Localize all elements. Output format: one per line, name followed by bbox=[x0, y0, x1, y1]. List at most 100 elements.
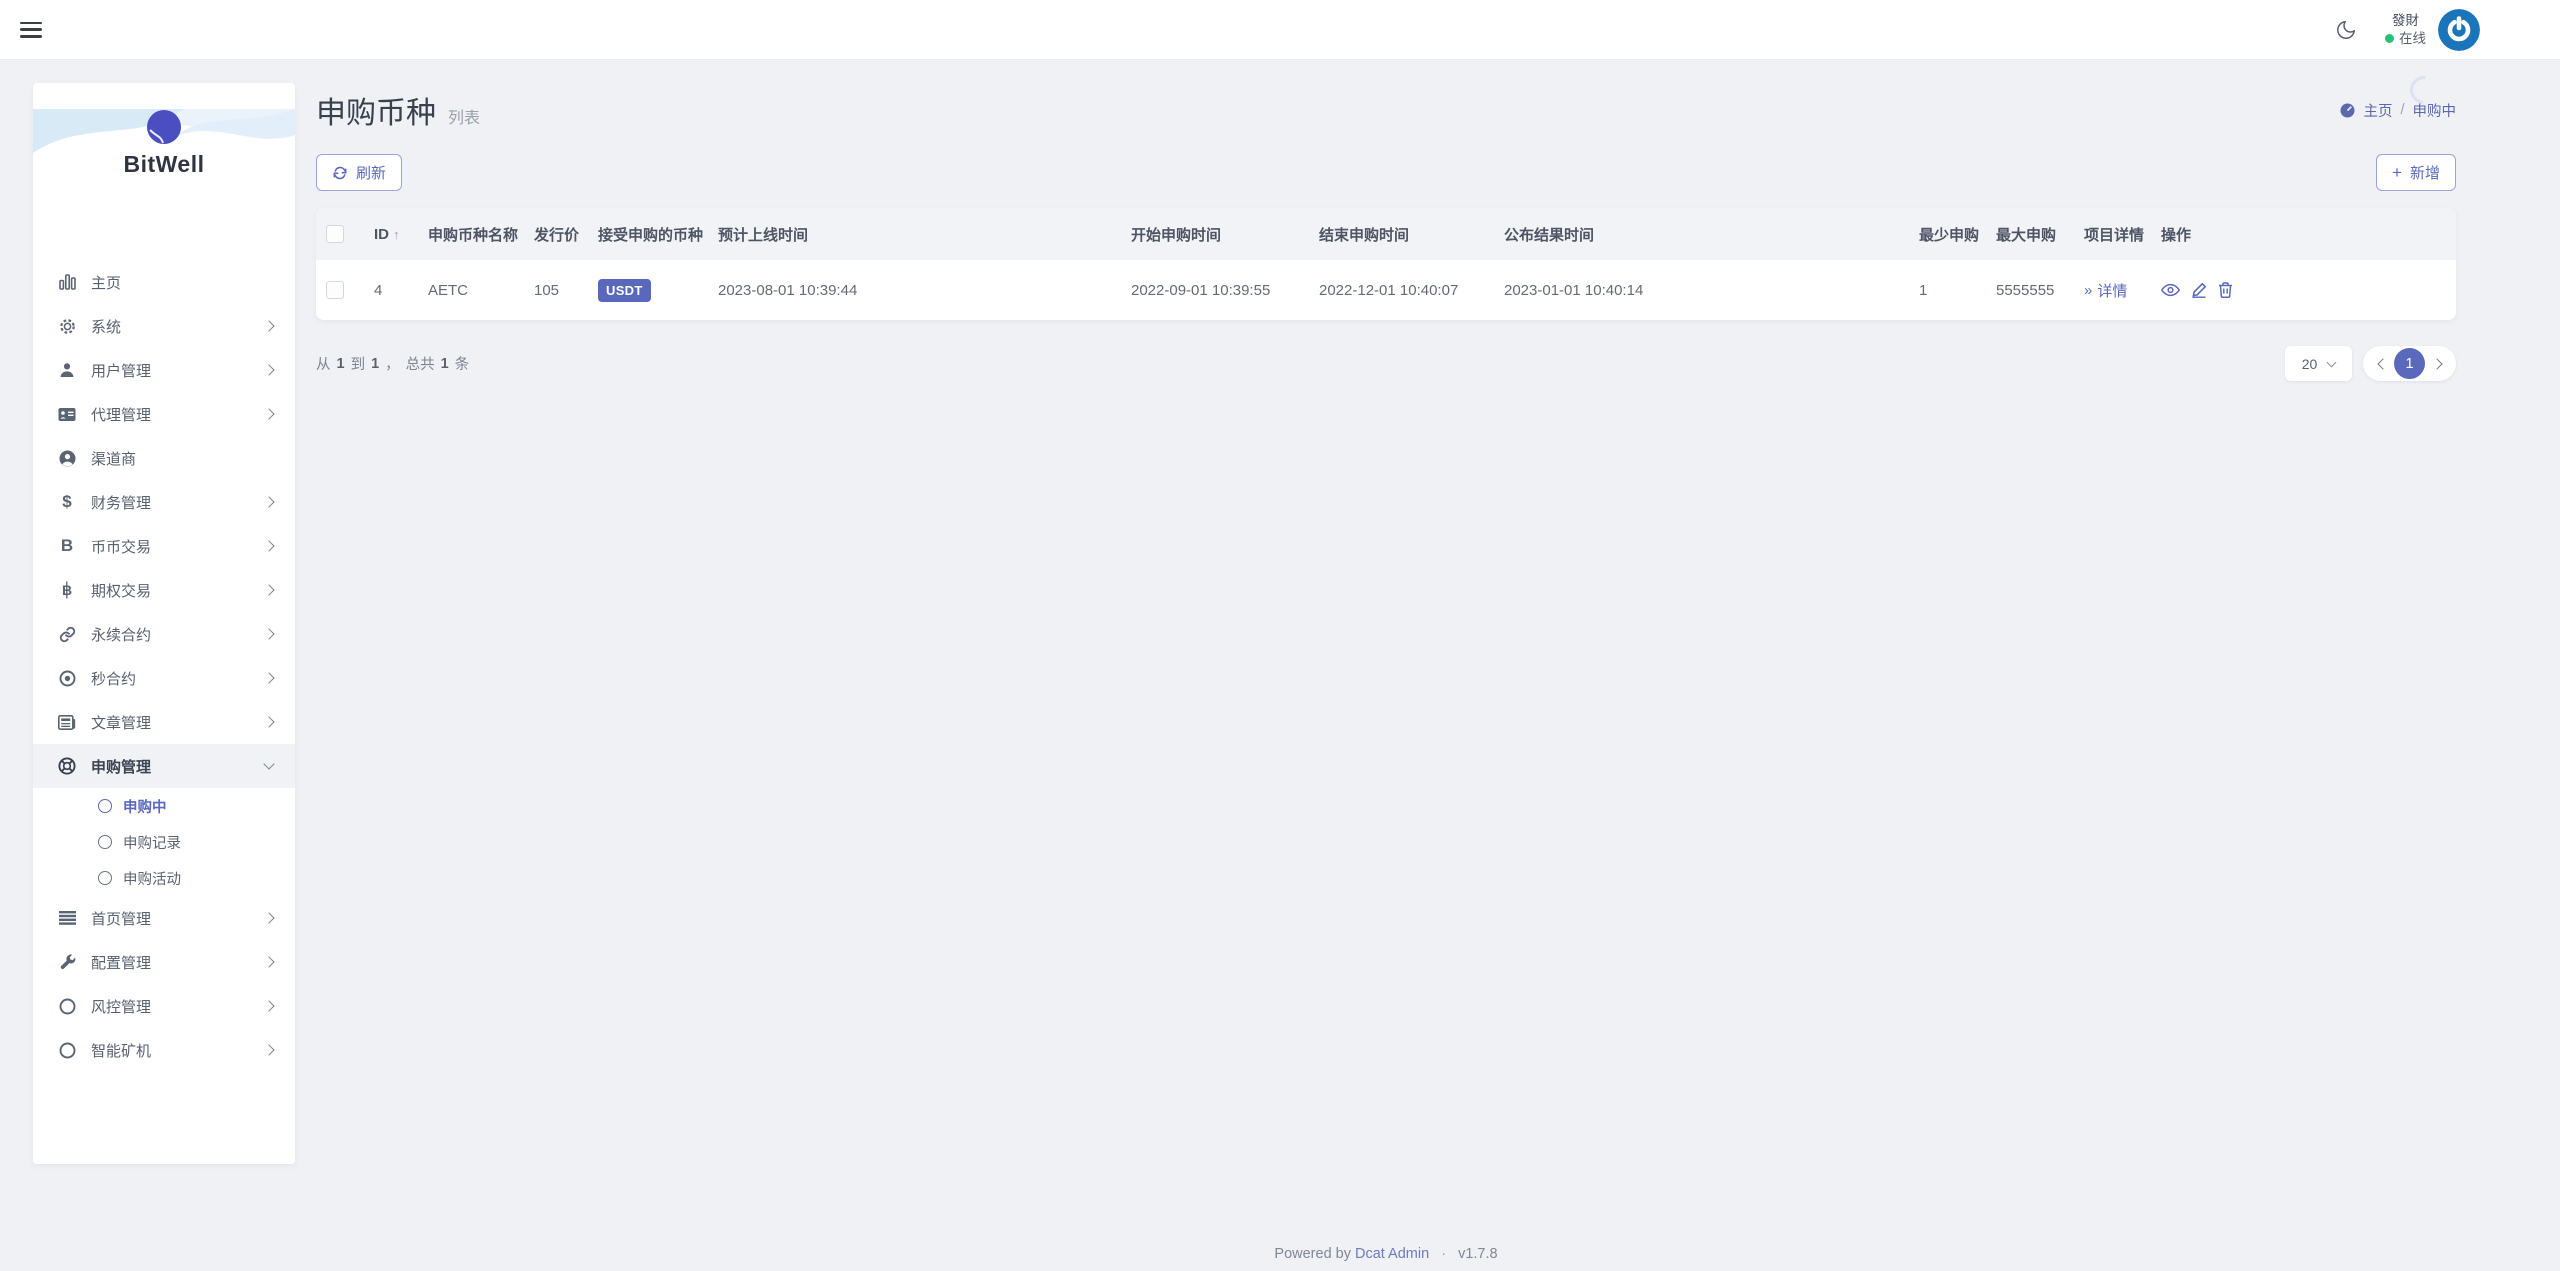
sidebar-item-second-contract[interactable]: 秒合约 bbox=[33, 656, 295, 700]
list-icon bbox=[57, 911, 77, 925]
sidebar-subitem-subscribe-records[interactable]: 申购记录 bbox=[33, 824, 295, 860]
sidebar-subitem-subscribe-activities[interactable]: 申购活动 bbox=[33, 860, 295, 896]
sidebar-item-config[interactable]: 配置管理 bbox=[33, 940, 295, 984]
cell-start-time: 2022-09-01 10:39:55 bbox=[1131, 260, 1319, 320]
chevron-right-icon bbox=[263, 584, 274, 595]
navbar-right: 發財 在线 bbox=[2335, 9, 2480, 51]
user-meta: 發財 在线 bbox=[2385, 12, 2426, 47]
cell-name: AETC bbox=[428, 260, 534, 320]
sidebar-item-system[interactable]: 系统 bbox=[33, 304, 295, 348]
dashboard-gauge-icon bbox=[2340, 103, 2355, 118]
sidebar-subitem-label: 申购中 bbox=[123, 796, 167, 817]
sidebar-item-label: 永续合约 bbox=[91, 624, 151, 645]
sidebar-item-label: 首页管理 bbox=[91, 908, 151, 929]
sidebar-item-label: 申购管理 bbox=[91, 756, 151, 777]
page-title: 申购币种 bbox=[316, 88, 436, 132]
delete-trash-icon[interactable] bbox=[2218, 282, 2233, 298]
per-page-select[interactable]: 20 bbox=[2285, 346, 2352, 381]
sidebar-item-articles[interactable]: 文章管理 bbox=[33, 700, 295, 744]
page-subtitle: 列表 bbox=[448, 104, 480, 128]
edit-pencil-icon[interactable] bbox=[2191, 282, 2207, 298]
main-content: 申购币种 列表 主页 / 申购中 刷新 + 新增 bbox=[316, 60, 2456, 1271]
chevron-right-icon bbox=[263, 628, 274, 639]
circle-dot-icon bbox=[57, 670, 77, 687]
powered-by-label: Powered by bbox=[1274, 1246, 1351, 1262]
column-header-start-time: 开始申购时间 bbox=[1131, 208, 1319, 260]
circle-icon bbox=[98, 799, 112, 813]
chevron-right-icon bbox=[263, 364, 274, 375]
column-header-max: 最大申购 bbox=[1996, 208, 2084, 260]
brand-name: BitWell bbox=[33, 151, 295, 178]
row-checkbox[interactable] bbox=[326, 281, 344, 299]
baht-icon: B bbox=[57, 581, 77, 599]
prev-page-button[interactable] bbox=[2368, 346, 2394, 381]
user-status: 在线 bbox=[2399, 30, 2426, 48]
sidebar-item-option-trade[interactable]: B 期权交易 bbox=[33, 568, 295, 612]
sidebar-item-spot-trade[interactable]: B 币币交易 bbox=[33, 524, 295, 568]
chevron-right-icon bbox=[263, 716, 274, 727]
data-table: ID↑ 申购币种名称 发行价 接受申购的币种 预计上线时间 开始申购时间 结束申… bbox=[316, 208, 2456, 320]
view-eye-icon[interactable] bbox=[2161, 283, 2180, 297]
sidebar-subitem-subscribing[interactable]: 申购中 bbox=[33, 788, 295, 824]
sidebar-item-homepage[interactable]: 首页管理 bbox=[33, 896, 295, 940]
double-chevron-icon: » bbox=[2084, 282, 2092, 299]
column-header-accept-currency: 接受申购的币种 bbox=[598, 208, 718, 260]
chevron-right-icon bbox=[263, 408, 274, 419]
cell-id: 4 bbox=[374, 260, 428, 320]
dcat-admin-link[interactable]: Dcat Admin bbox=[1355, 1246, 1429, 1262]
current-page-button[interactable]: 1 bbox=[2394, 348, 2425, 379]
create-button-label: 新增 bbox=[2410, 162, 2440, 183]
sidebar-item-finance[interactable]: $ 财务管理 bbox=[33, 480, 295, 524]
id-card-icon bbox=[57, 407, 77, 422]
create-button[interactable]: + 新增 bbox=[2376, 154, 2456, 191]
chevron-right-icon bbox=[263, 320, 274, 331]
pager: 1 bbox=[2363, 346, 2456, 381]
sidebar-item-label: 风控管理 bbox=[91, 996, 151, 1017]
per-page-value: 20 bbox=[2302, 356, 2318, 372]
dollar-icon: $ bbox=[57, 492, 77, 512]
circle-icon bbox=[57, 1042, 77, 1059]
sidebar-item-label: 代理管理 bbox=[91, 404, 151, 425]
life-ring-icon bbox=[57, 757, 77, 775]
breadcrumb-home[interactable]: 主页 bbox=[2363, 100, 2392, 121]
sidebar-item-label: 财务管理 bbox=[91, 492, 151, 513]
sidebar-item-perpetual[interactable]: 永续合约 bbox=[33, 612, 295, 656]
breadcrumb-separator: / bbox=[2400, 102, 2404, 118]
sidebar-item-label: 币币交易 bbox=[91, 536, 151, 557]
avatar[interactable] bbox=[2438, 9, 2480, 51]
chevron-right-icon bbox=[263, 912, 274, 923]
sidebar-item-smart-miner[interactable]: 智能矿机 bbox=[33, 1028, 295, 1072]
sidebar-item-channel[interactable]: 渠道商 bbox=[33, 436, 295, 480]
dark-mode-toggle-icon[interactable] bbox=[2335, 19, 2357, 41]
column-header-end-time: 结束申购时间 bbox=[1319, 208, 1504, 260]
sidebar-item-home[interactable]: 主页 bbox=[33, 260, 295, 304]
cell-publish-time: 2023-01-01 10:40:14 bbox=[1504, 260, 1919, 320]
sidebar-item-risk-control[interactable]: 风控管理 bbox=[33, 984, 295, 1028]
select-all-checkbox[interactable] bbox=[326, 225, 344, 243]
detail-link[interactable]: » 详情 bbox=[2084, 280, 2127, 301]
refresh-button[interactable]: 刷新 bbox=[316, 154, 402, 191]
column-header-id[interactable]: ID↑ bbox=[374, 208, 428, 260]
cell-issue-price: 105 bbox=[534, 260, 598, 320]
sidebar-item-users[interactable]: 用户管理 bbox=[33, 348, 295, 392]
bold-b-icon: B bbox=[57, 536, 77, 556]
top-navbar: 發財 在线 bbox=[0, 0, 2560, 60]
sidebar-item-label: 智能矿机 bbox=[91, 1040, 151, 1061]
sidebar-item-label: 用户管理 bbox=[91, 360, 151, 381]
breadcrumb: 主页 / 申购中 bbox=[2340, 100, 2456, 121]
refresh-icon bbox=[332, 165, 348, 181]
link-icon bbox=[57, 626, 77, 643]
sidebar-item-subscription[interactable]: 申购管理 bbox=[33, 744, 295, 788]
next-page-button[interactable] bbox=[2425, 346, 2451, 381]
user-name: 發財 bbox=[2385, 12, 2426, 30]
sidebar-subitem-label: 申购活动 bbox=[123, 868, 181, 889]
sidebar-item-agents[interactable]: 代理管理 bbox=[33, 392, 295, 436]
sidebar-logo-area: BitWell bbox=[33, 109, 295, 234]
footer-separator: · bbox=[1441, 1246, 1446, 1262]
sort-asc-icon[interactable]: ↑ bbox=[393, 227, 400, 242]
plus-icon: + bbox=[2392, 164, 2402, 181]
cell-min-subscribe: 1 bbox=[1919, 260, 1996, 320]
newspaper-icon bbox=[57, 715, 77, 730]
column-header-issue-price: 发行价 bbox=[534, 208, 598, 260]
menu-toggle-icon[interactable] bbox=[20, 22, 42, 38]
